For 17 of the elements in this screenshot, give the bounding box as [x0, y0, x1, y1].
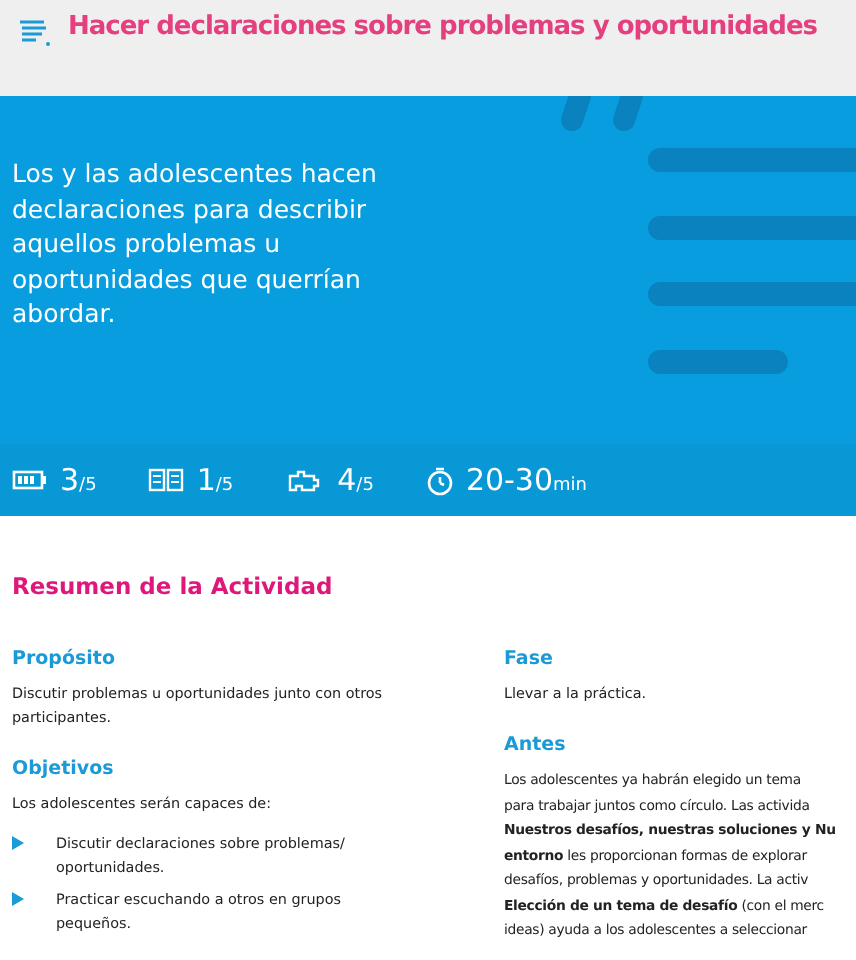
section-title: Resumen de la Actividad [12, 572, 335, 600]
section-heading: Objetivos [12, 758, 116, 780]
page-title: Hacer declaraciones sobre problemas y oportunidades [68, 12, 818, 42]
book-icon [148, 468, 185, 492]
stat-value: 4/5 [337, 462, 374, 498]
stat-value: 20-30min [465, 462, 588, 498]
activity-description: Los y las adolescentes hacen declaraciones para describir aquellos problemas u oportunidades que querrían abordar. [12, 156, 379, 331]
section-heading: Fase [504, 648, 555, 670]
section-heading: Propósito [12, 648, 117, 670]
stat-value: 3/5 [60, 462, 97, 498]
section-heading: Antes [504, 734, 568, 756]
bullet-icon [12, 836, 24, 850]
battery-icon [12, 470, 48, 490]
menu-icon[interactable] [16, 16, 52, 48]
stat-value: 1/5 [196, 462, 234, 498]
bullet-icon [12, 892, 24, 906]
timer-icon [425, 465, 454, 495]
